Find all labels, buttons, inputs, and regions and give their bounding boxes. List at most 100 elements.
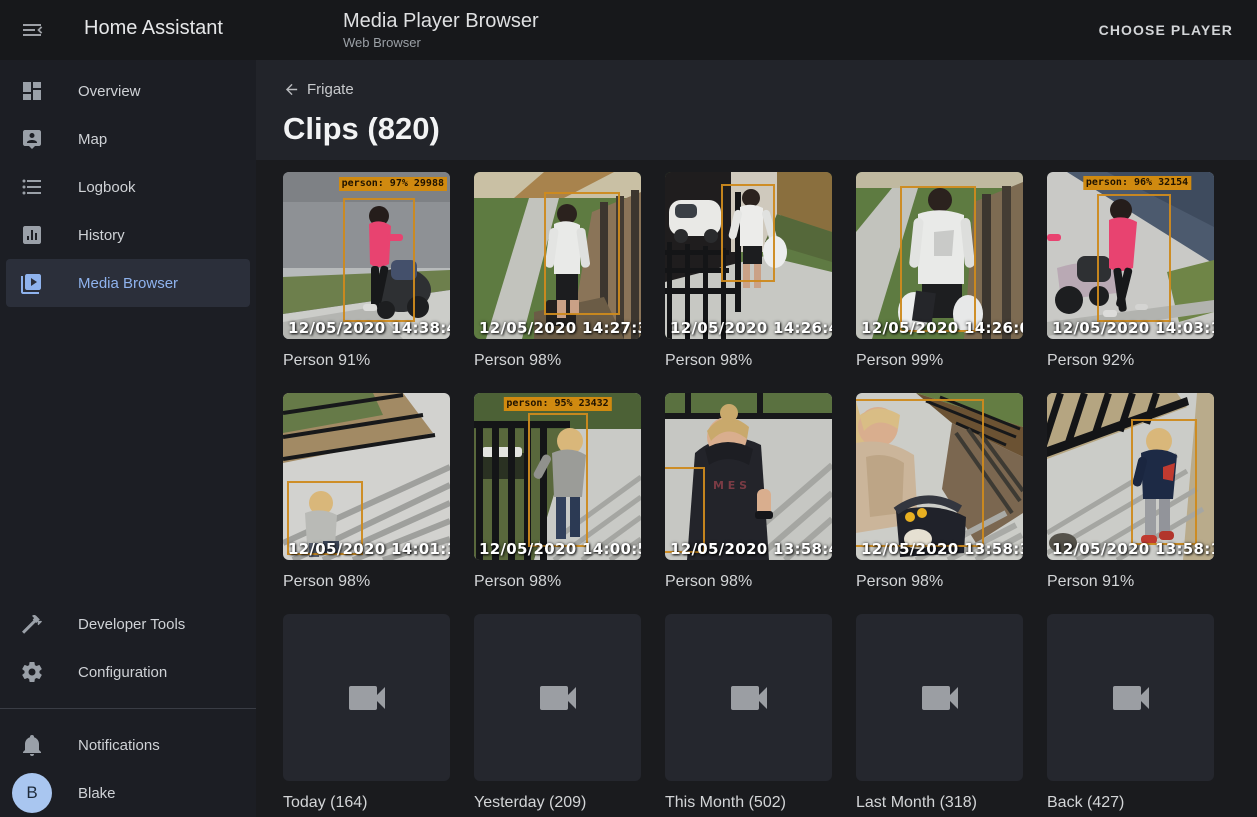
user-name: Blake [78,785,116,802]
clip-card[interactable]: 12/05/2020 13:58:30 Person 98% [856,393,1023,594]
chart-box-icon [20,223,44,247]
detection-bbox [343,198,415,322]
detection-label: person: 95% 23432 [503,397,611,411]
folder-label: Last Month (318) [856,790,1023,815]
clip-caption: Person 98% [474,569,641,594]
detection-bbox [544,192,620,315]
sidebar-item-logbook[interactable]: Logbook [6,163,250,211]
detection-bbox [1097,194,1171,322]
folder-card-this-month[interactable]: This Month (502) [665,614,832,815]
clip-card[interactable]: M E S 12/05/2020 13:58:49 Person 98% [665,393,832,594]
bell-icon [20,733,44,757]
sidebar-item-user-profile[interactable]: B Blake [6,769,250,817]
clip-timestamp: 12/05/2020 14:26:07 [861,319,1023,337]
app-title: Home Assistant [84,17,223,40]
clip-caption: Person 98% [665,569,832,594]
clip-card[interactable]: 12/05/2020 14:27:35 Person 98% [474,172,641,373]
clip-caption: Person 92% [1047,348,1214,373]
folder-tile [474,614,641,781]
clip-card[interactable]: 12/05/2020 14:01:14 Person 98% [283,393,450,594]
gear-icon [20,660,44,684]
detection-bbox [1131,419,1197,545]
breadcrumb-label: Frigate [307,81,354,98]
detection-label: person: 97% 29988 [339,177,447,191]
sidebar-spacer [0,307,256,600]
list-icon [20,175,44,199]
clip-thumbnail: 12/05/2020 14:26:07 [856,172,1023,339]
media-grid-container: person: 97% 29988 12/05/2020 14:38:47 Pe… [256,160,1257,817]
clip-thumbnail: 12/05/2020 13:58:17 [1047,393,1214,560]
sidebar-item-label: History [78,227,125,244]
clip-timestamp: 12/05/2020 14:26:48 [670,319,832,337]
detection-bbox [900,186,976,332]
folder-tile [665,614,832,781]
clip-timestamp: 12/05/2020 14:38:47 [288,319,450,337]
sidebar-item-label: Map [78,131,107,148]
clip-timestamp: 12/05/2020 13:58:30 [861,540,1023,558]
clip-thumbnail: M E S 12/05/2020 13:58:49 [665,393,832,560]
folder-tile [283,614,450,781]
detection-bbox [528,413,588,547]
choose-player-button[interactable]: CHOOSE PLAYER [1091,18,1241,42]
sidebar-item-notifications[interactable]: Notifications [6,721,250,769]
folder-label: This Month (502) [665,790,832,815]
sidebar-item-history[interactable]: History [6,211,250,259]
account-map-icon [20,127,44,151]
sidebar-item-label: Developer Tools [78,616,185,633]
page-header: Media Player Browser Web Browser [343,9,539,50]
sidebar: Overview Map Logbook History Media Brows… [0,60,256,817]
clip-card[interactable]: 12/05/2020 14:26:48 Person 98% [665,172,832,373]
folder-card-yesterday[interactable]: Yesterday (209) [474,614,641,815]
page-title: Media Player Browser [343,9,539,33]
sidebar-item-label: Configuration [78,664,167,681]
sidebar-item-media-browser[interactable]: Media Browser [6,259,250,307]
detection-bbox [721,184,775,282]
sidebar-item-map[interactable]: Map [6,115,250,163]
sidebar-item-developer-tools[interactable]: Developer Tools [6,600,250,648]
video-icon [1107,674,1155,722]
clip-timestamp: 12/05/2020 13:58:17 [1052,540,1214,558]
detection-label: person: 96% 32154 [1083,176,1191,190]
folder-label: Today (164) [283,790,450,815]
sidebar-item-overview[interactable]: Overview [6,67,250,115]
svg-text:M E S: M E S [713,479,747,492]
sidebar-item-label: Overview [78,83,141,100]
video-icon [534,674,582,722]
clip-caption: Person 91% [283,348,450,373]
clip-caption: Person 91% [1047,569,1214,594]
hammer-icon [20,612,44,636]
clip-card[interactable]: 12/05/2020 14:26:07 Person 99% [856,172,1023,373]
clip-card[interactable]: person: 95% 23432 12/05/2020 14:00:52 Pe… [474,393,641,594]
clips-grid: person: 97% 29988 12/05/2020 14:38:47 Pe… [283,172,1257,815]
folder-card-last-month[interactable]: Last Month (318) [856,614,1023,815]
clip-timestamp: 12/05/2020 14:00:52 [479,540,641,558]
clip-thumbnail: person: 95% 23432 12/05/2020 14:00:52 [474,393,641,560]
top-app-bar: Home Assistant Media Player Browser Web … [0,0,1257,60]
sidebar-item-configuration[interactable]: Configuration [6,648,250,696]
folder-card-back[interactable]: Back (427) [1047,614,1214,815]
clip-thumbnail: person: 96% 32154 12/05/2020 14:03:17 [1047,172,1214,339]
clip-thumbnail: person: 97% 29988 12/05/2020 14:38:47 [283,172,450,339]
breadcrumb-back-frigate[interactable]: Frigate [283,81,354,98]
arrow-left-icon [283,81,300,98]
page-subtitle: Web Browser [343,35,539,50]
folder-card-today[interactable]: Today (164) [283,614,450,815]
sidebar-item-label: Media Browser [78,275,178,292]
clip-timestamp: 12/05/2020 14:03:17 [1052,319,1214,337]
clip-thumbnail: 12/05/2020 14:27:35 [474,172,641,339]
sidebar-toggle-button[interactable] [18,16,46,44]
clip-caption: Person 98% [283,569,450,594]
video-icon [343,674,391,722]
clip-thumbnail: 12/05/2020 13:58:30 [856,393,1023,560]
sidebar-item-label: Logbook [78,179,136,196]
clip-thumbnail: 12/05/2020 14:01:14 [283,393,450,560]
clip-card[interactable]: person: 97% 29988 12/05/2020 14:38:47 Pe… [283,172,450,373]
folder-tile [1047,614,1214,781]
clip-card[interactable]: person: 96% 32154 12/05/2020 14:03:17 Pe… [1047,172,1214,373]
sidebar-divider [0,708,256,709]
avatar: B [12,773,52,813]
section-title: Clips (820) [283,111,1257,147]
clip-card[interactable]: 12/05/2020 13:58:17 Person 91% [1047,393,1214,594]
clip-caption: Person 98% [665,348,832,373]
detection-bbox [856,399,984,547]
